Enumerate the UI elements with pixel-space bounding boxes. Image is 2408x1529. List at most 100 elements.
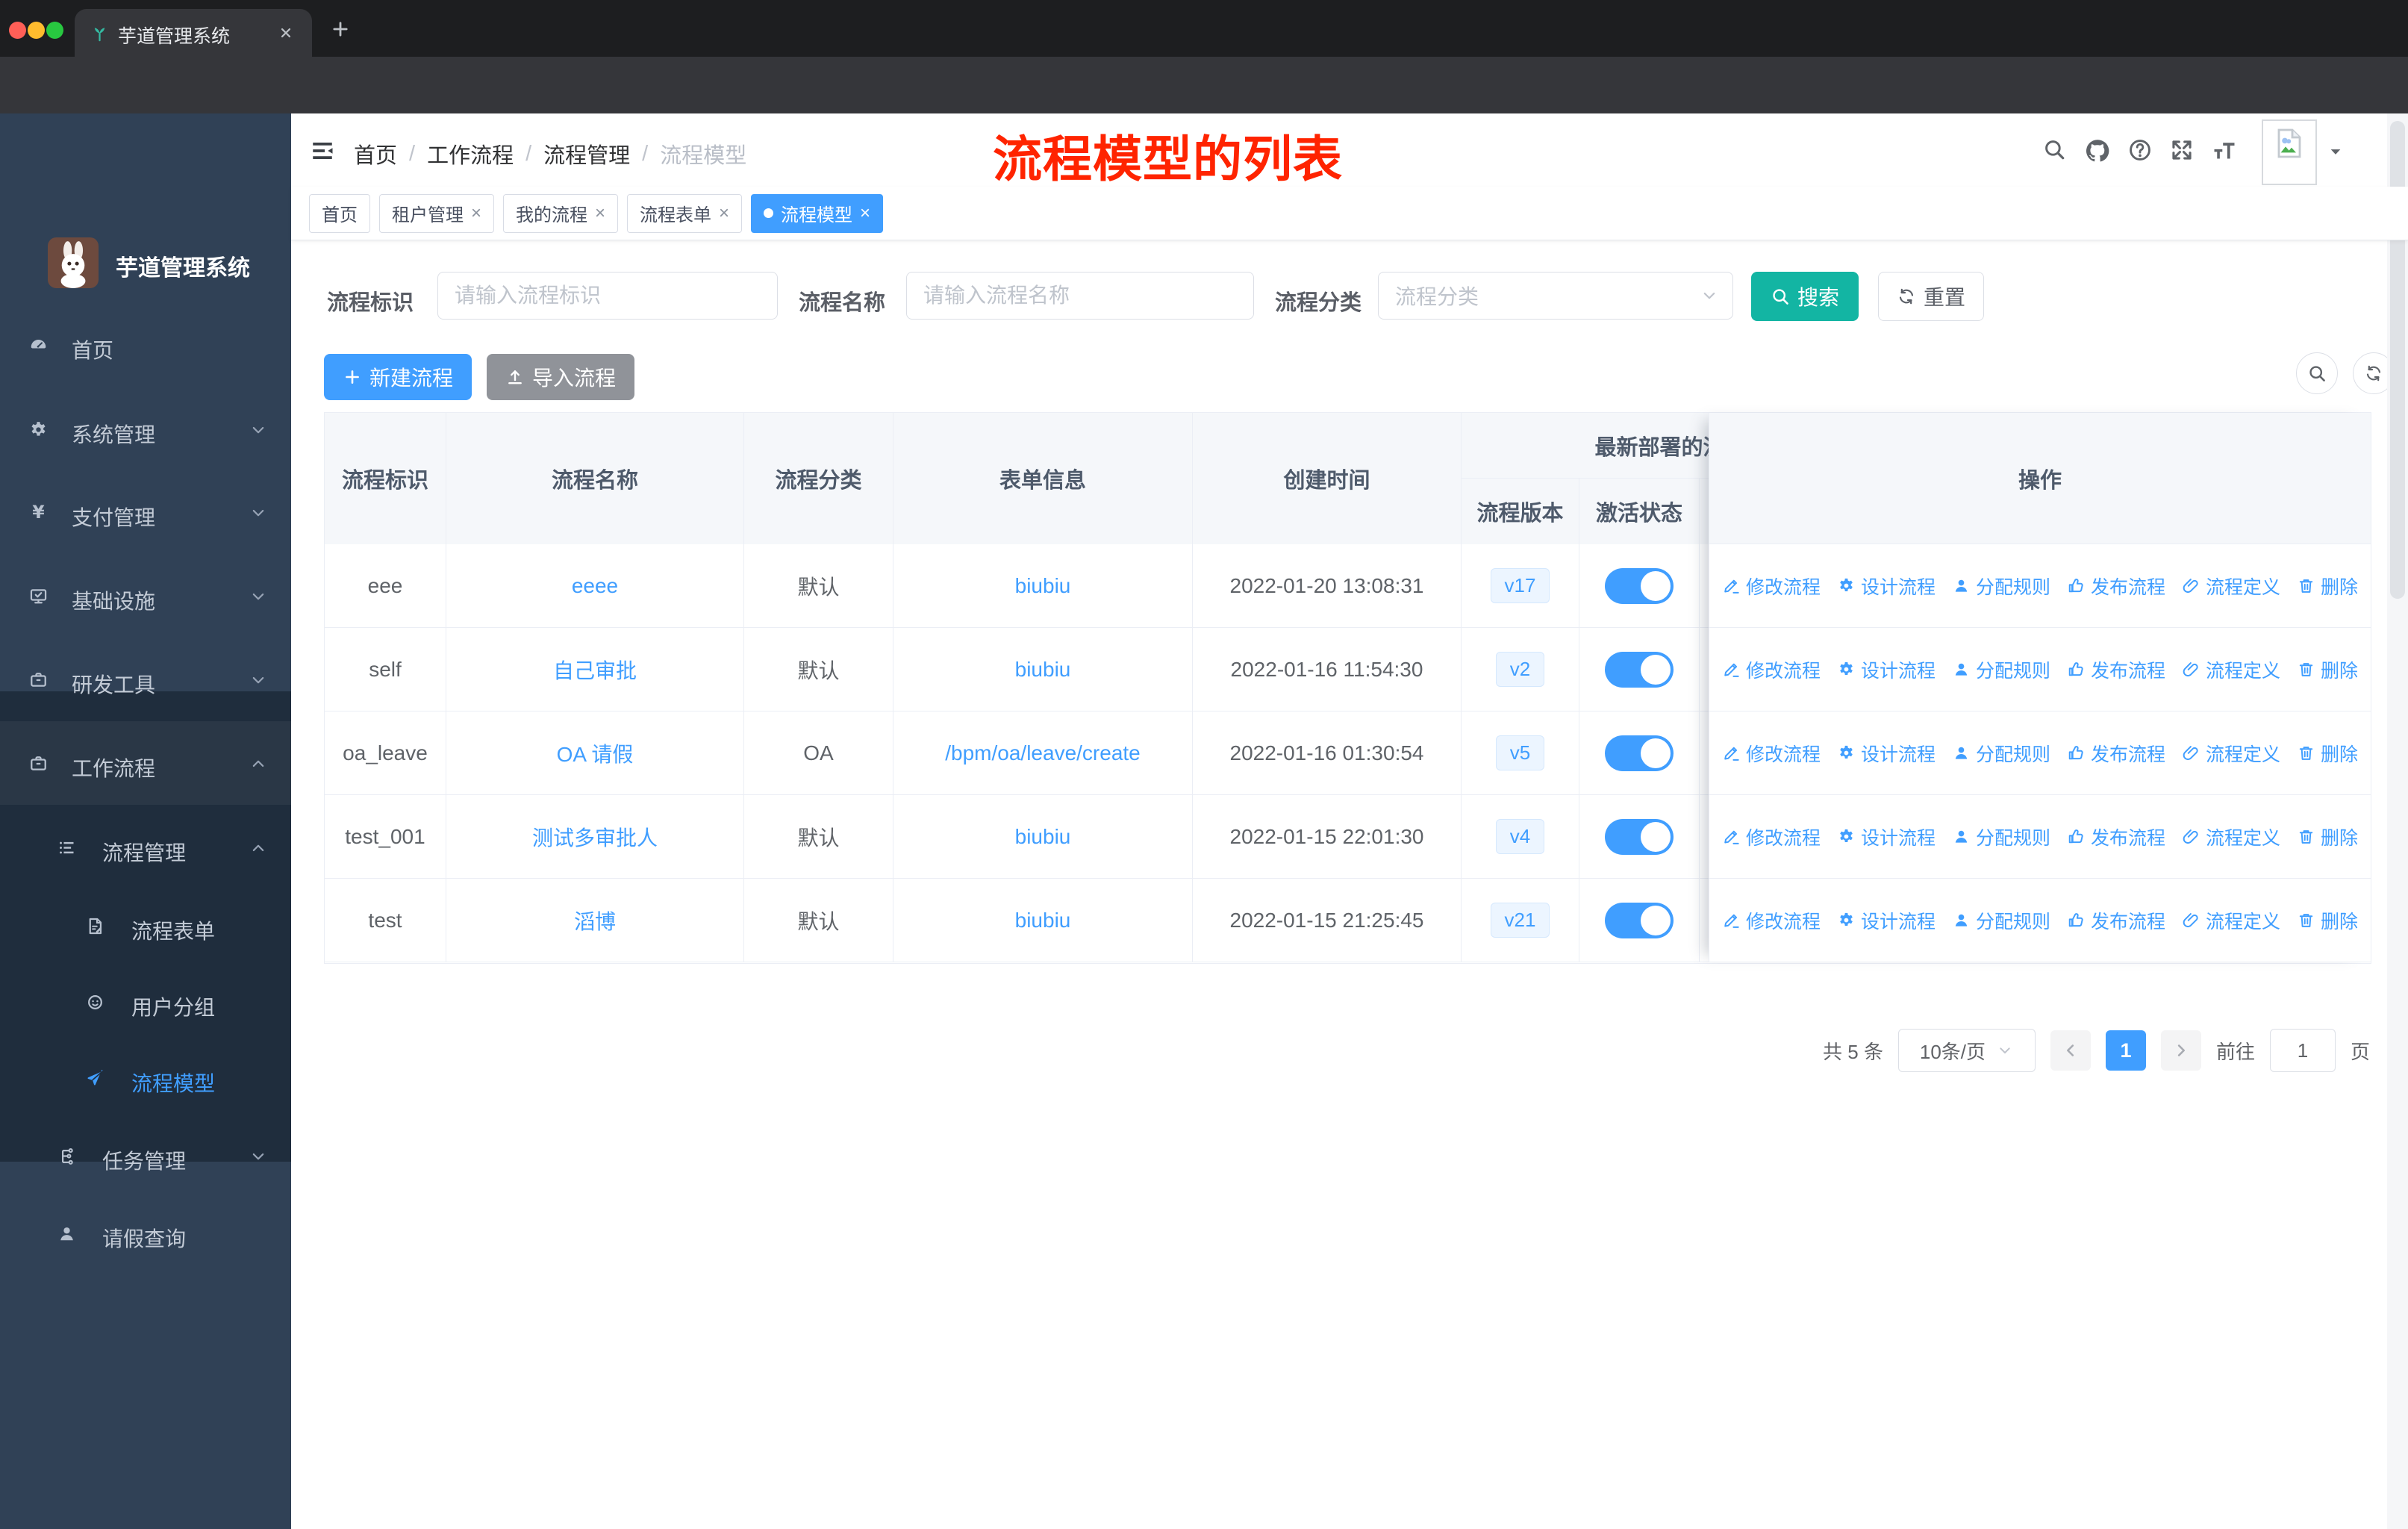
tag-tenant[interactable]: 租户管理 × [379,193,495,233]
edit-process-link[interactable]: 修改流程 [1722,823,1821,850]
sidebar-item-process-form[interactable]: 流程表单 [0,884,291,968]
process-name-link[interactable]: 测试多审批人 [532,822,658,852]
version-badge[interactable]: v17 [1490,568,1550,603]
sidebar-item-user-group[interactable]: 用户分组 [0,960,291,1044]
github-icon[interactable] [2084,137,2111,164]
header-search-icon[interactable] [2042,137,2066,161]
sidebar-item-payment[interactable]: 支付管理 [0,470,291,554]
breadcrumb-workflow[interactable]: 工作流程 [427,138,514,169]
active-toggle[interactable] [1605,567,1674,604]
sidebar-item-devtools[interactable]: 研发工具 [0,638,291,721]
version-badge[interactable]: v5 [1495,735,1545,770]
delete-link[interactable]: 删除 [2297,573,2358,600]
sidebar-item-workflow[interactable]: 工作流程 [0,721,291,805]
delete-link[interactable]: 删除 [2297,907,2358,934]
process-definition-link[interactable]: 流程定义 [2182,573,2280,600]
browser-tab[interactable]: 芋道管理系统 [75,9,312,57]
next-page-button[interactable] [2160,1030,2201,1071]
delete-link[interactable]: 删除 [2297,740,2358,767]
search-button[interactable]: 搜索 [1751,272,1859,321]
form-link[interactable]: biubiu [1015,825,1071,849]
assign-rule-link[interactable]: 分配规则 [1952,656,2050,683]
publish-process-link[interactable]: 发布流程 [2067,740,2165,767]
publish-process-link[interactable]: 发布流程 [2067,907,2165,934]
sidebar-item-leave-query[interactable]: 请假查询 [0,1192,291,1275]
publish-process-link[interactable]: 发布流程 [2067,656,2165,683]
design-process-link[interactable]: 设计流程 [1837,573,1936,600]
design-process-link[interactable]: 设计流程 [1837,740,1936,767]
goto-page-input[interactable] [2269,1029,2336,1072]
assign-rule-link[interactable]: 分配规则 [1952,740,2050,767]
breadcrumb-home[interactable]: 首页 [354,138,397,169]
sidebar-item-home[interactable]: 首页 [0,303,291,387]
tag-process-model-active[interactable]: 流程模型 × [751,193,884,233]
current-page-button[interactable]: 1 [2105,1030,2146,1071]
process-name-link[interactable]: OA 请假 [557,738,634,768]
delete-link[interactable]: 删除 [2297,823,2358,850]
traffic-light-close[interactable] [9,22,26,39]
create-process-button[interactable]: 新建流程 [324,354,472,400]
prev-page-button[interactable] [2050,1030,2091,1071]
sidebar-item-process-model[interactable]: 流程模型 [0,1036,291,1120]
tab-close-icon[interactable] [278,25,294,41]
publish-process-link[interactable]: 发布流程 [2067,573,2165,600]
design-process-link[interactable]: 设计流程 [1837,656,1936,683]
active-toggle[interactable] [1605,902,1674,938]
version-badge[interactable]: v4 [1495,819,1545,854]
assign-rule-link[interactable]: 分配规则 [1952,907,2050,934]
form-link[interactable]: /bpm/oa/leave/create [945,741,1141,765]
active-toggle[interactable] [1605,651,1674,688]
page-size-select[interactable]: 10条/页 [1897,1029,2036,1072]
fullscreen-icon[interactable] [2169,137,2195,163]
tag-my-process[interactable]: 我的流程 × [503,193,619,233]
sidebar-item-system[interactable]: 系统管理 [0,387,291,471]
active-toggle[interactable] [1605,735,1674,771]
edit-process-link[interactable]: 修改流程 [1722,656,1821,683]
assign-rule-link[interactable]: 分配规则 [1952,573,2050,600]
sidebar-collapse-hamburger-icon[interactable] [309,137,336,164]
import-process-button[interactable]: 导入流程 [487,354,634,400]
traffic-light-minimize[interactable] [28,22,45,39]
process-name-link[interactable]: 滔博 [574,906,616,935]
process-definition-link[interactable]: 流程定义 [2182,907,2280,934]
edit-process-link[interactable]: 修改流程 [1722,573,1821,600]
new-tab-button[interactable] [330,19,351,40]
design-process-link[interactable]: 设计流程 [1837,907,1936,934]
font-size-icon[interactable] [2211,137,2238,164]
process-name-link[interactable]: eeee [572,574,618,598]
traffic-light-zoom[interactable] [46,22,63,39]
tag-close-icon[interactable]: × [719,203,729,224]
tag-process-form[interactable]: 流程表单 × [627,193,743,233]
design-process-link[interactable]: 设计流程 [1837,823,1936,850]
filter-id-input[interactable] [437,272,778,320]
form-link[interactable]: biubiu [1015,658,1071,682]
edit-process-link[interactable]: 修改流程 [1722,740,1821,767]
tag-home[interactable]: 首页 [309,193,370,233]
version-badge[interactable]: v2 [1495,652,1545,687]
delete-link[interactable]: 删除 [2297,656,2358,683]
sidebar-item-task-manage[interactable]: 任务管理 [0,1114,291,1198]
help-question-icon[interactable] [2127,137,2153,163]
process-name-link[interactable]: 自己审批 [553,655,637,685]
edit-process-link[interactable]: 修改流程 [1722,907,1821,934]
active-toggle[interactable] [1605,818,1674,855]
form-link[interactable]: biubiu [1015,574,1071,598]
tag-close-icon[interactable]: × [860,203,870,224]
toggle-search-button[interactable] [2296,352,2338,394]
process-definition-link[interactable]: 流程定义 [2182,823,2280,850]
form-link[interactable]: biubiu [1015,909,1071,932]
tag-close-icon[interactable]: × [471,203,481,224]
tag-close-icon[interactable]: × [595,203,605,224]
publish-process-link[interactable]: 发布流程 [2067,823,2165,850]
assign-rule-link[interactable]: 分配规则 [1952,823,2050,850]
reset-button[interactable]: 重置 [1878,272,1984,321]
sidebar-item-process-manage[interactable]: 流程管理 [0,806,291,889]
breadcrumb-process-manage[interactable]: 流程管理 [543,138,630,169]
process-definition-link[interactable]: 流程定义 [2182,656,2280,683]
sidebar-item-infra[interactable]: 基础设施 [0,554,291,638]
avatar-caret-down-icon[interactable] [2326,142,2345,161]
filter-name-input[interactable] [906,272,1254,320]
version-badge[interactable]: v21 [1490,903,1550,938]
filter-category-select[interactable]: 流程分类 [1378,272,1733,320]
process-definition-link[interactable]: 流程定义 [2182,740,2280,767]
